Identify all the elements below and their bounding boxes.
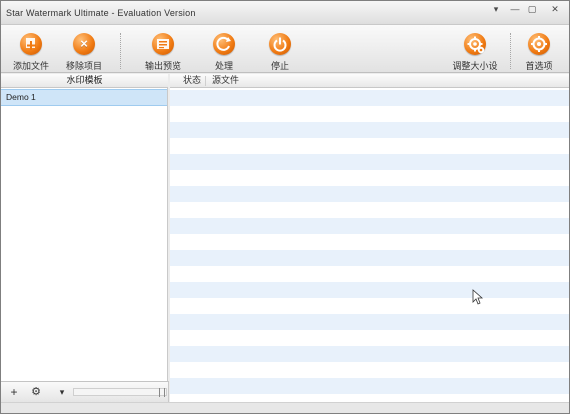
resize-settings-button[interactable]: 调整大小设置	[449, 33, 501, 84]
output-preview-label: 输出预览	[144, 61, 181, 71]
add-template-icon[interactable]: +	[8, 386, 20, 398]
power-stop-icon	[273, 37, 287, 52]
app-window: Star Watermark Ultimate - Evaluation Ver…	[0, 0, 570, 414]
preferences-button[interactable]: 首选项	[524, 33, 554, 71]
resize-grip-icon[interactable]	[159, 388, 165, 397]
file-list-grid[interactable]: 状态 源文件	[170, 74, 569, 402]
refresh-process-icon	[216, 36, 231, 51]
add-files-label: 添加文件	[13, 61, 50, 71]
output-preview-icon	[152, 33, 174, 55]
add-files-button[interactable]: 添加文件	[13, 33, 49, 71]
status-bar	[1, 402, 569, 413]
preferences-icon	[528, 33, 550, 55]
stop-button[interactable]: 停止	[265, 33, 295, 71]
gear-resize-icon	[467, 36, 485, 54]
template-panel-scrollbar[interactable]	[73, 388, 167, 396]
column-separator	[205, 76, 206, 86]
dropdown-caret-icon[interactable]: ▾	[487, 3, 505, 15]
template-menu-chevron-down-icon[interactable]: ▾	[56, 386, 68, 398]
remove-items-label: 移除项目	[65, 61, 102, 71]
process-button[interactable]: 处理	[209, 33, 239, 71]
process-label: 处理	[214, 61, 233, 71]
status-column-header[interactable]: 状态	[183, 74, 201, 88]
add-file-icon	[26, 38, 36, 50]
toolbar-separator	[120, 33, 121, 69]
remove-item-icon: ×	[73, 33, 95, 55]
process-icon	[213, 33, 235, 55]
source-file-column-header[interactable]: 源文件	[212, 74, 239, 88]
stop-label: 停止	[270, 61, 289, 71]
remove-x-icon: ×	[80, 36, 88, 51]
toolbar-separator-right	[510, 33, 511, 69]
template-item-demo-1[interactable]: Demo 1	[1, 89, 167, 106]
template-settings-gear-icon[interactable]: ⚙	[30, 386, 42, 398]
window-title: Star Watermark Ultimate - Evaluation Ver…	[6, 8, 196, 18]
mouse-cursor-icon	[472, 289, 484, 305]
main-toolbar: 添加文件 × 移除项目 输出预览 处理 停止 调整大小设 首选项	[1, 25, 569, 84]
stop-icon	[269, 33, 291, 55]
close-icon[interactable]: ✕	[546, 3, 564, 15]
file-list-header: 状态 源文件	[170, 74, 569, 88]
gear-preferences-icon	[531, 36, 547, 52]
watermark-template-list: 水印模板 Demo 1	[1, 74, 168, 381]
minimize-icon[interactable]: —	[506, 3, 524, 15]
preferences-label: 首选项	[525, 61, 553, 71]
add-file-icon	[20, 33, 42, 55]
template-column-header[interactable]: 水印模板	[1, 74, 168, 88]
remove-items-button[interactable]: × 移除项目	[65, 33, 103, 71]
resize-settings-icon	[464, 33, 486, 55]
output-preview-button[interactable]: 输出预览	[143, 33, 183, 71]
maximize-icon[interactable]: ▢	[523, 3, 541, 15]
output-preview-icon	[157, 39, 169, 49]
title-bar[interactable]: Star Watermark Ultimate - Evaluation Ver…	[1, 1, 569, 25]
template-panel-controls: + ⚙ ▾	[1, 381, 169, 402]
